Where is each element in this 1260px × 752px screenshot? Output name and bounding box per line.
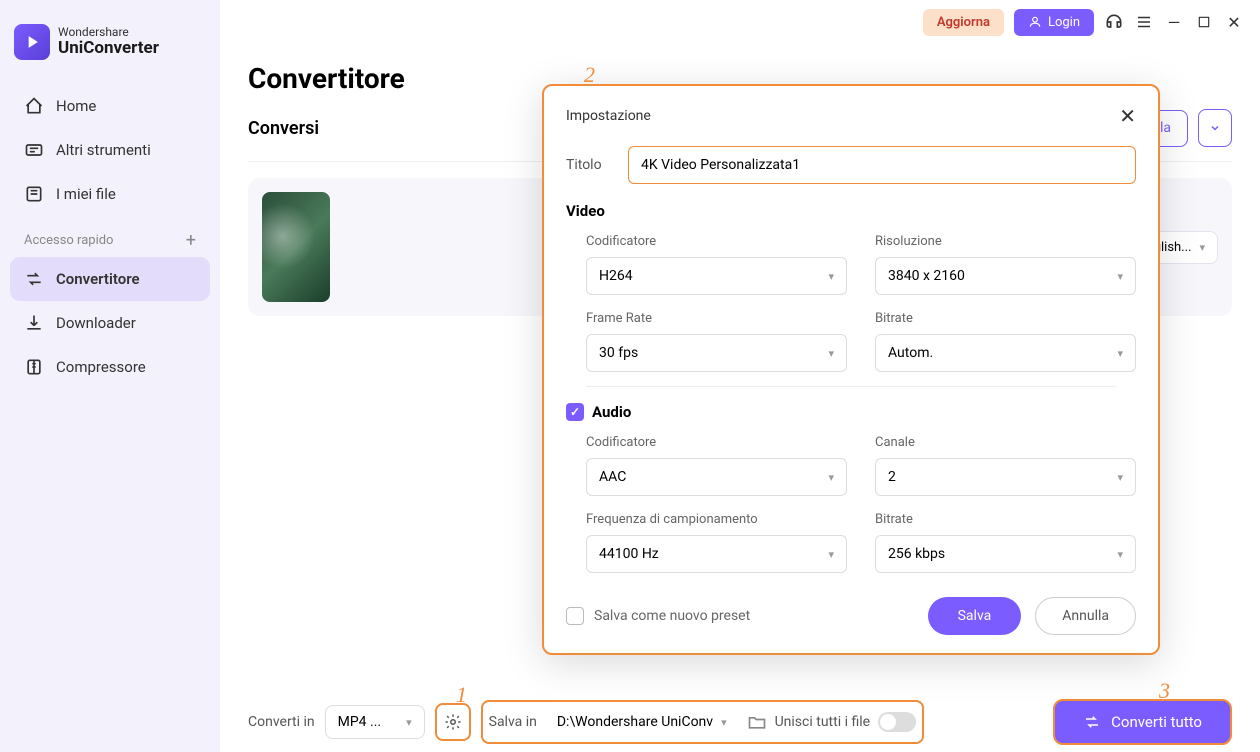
audio-bitrate-label: Bitrate: [875, 512, 1136, 527]
nav-converter[interactable]: Convertitore: [10, 257, 210, 301]
chevron-down-icon: [1209, 122, 1221, 134]
sidebar: Wondershare UniConverter Home Altri stru…: [0, 0, 220, 752]
settings-gear-button[interactable]: [435, 703, 471, 741]
nav-home[interactable]: Home: [10, 84, 210, 128]
files-icon: [24, 184, 44, 204]
chevron-down-icon: ▾: [1117, 347, 1123, 360]
gear-icon: [444, 713, 462, 731]
annotation-2: 2: [584, 62, 595, 88]
merge-label: Unisci tutti i file: [775, 714, 870, 730]
upgrade-badge[interactable]: Aggiorna: [923, 9, 1004, 36]
chevron-down-icon: ▾: [1199, 241, 1205, 254]
save-location-group: Salva in D:\Wondershare UniConv▾ Unisci …: [481, 700, 924, 744]
nav-label: I miei file: [56, 185, 116, 203]
home-icon: [24, 96, 44, 116]
add-quick-access-icon[interactable]: +: [186, 230, 196, 251]
sample-rate-select[interactable]: 44100 Hz▾: [586, 535, 847, 573]
tools-icon: [24, 140, 44, 160]
download-icon: [24, 313, 44, 333]
audio-encoder-select[interactable]: AAC▾: [586, 458, 847, 496]
save-path-select[interactable]: D:\Wondershare UniConv▾: [545, 706, 739, 738]
chevron-down-icon: ▾: [828, 347, 834, 360]
channel-label: Canale: [875, 435, 1136, 450]
resolution-select[interactable]: 3840 x 2160▾: [875, 257, 1136, 295]
chevron-down-icon: ▾: [1117, 270, 1123, 283]
video-encoder-label: Codificatore: [586, 234, 847, 249]
sub-title: Conversi: [248, 118, 319, 139]
nav-label: Compressore: [56, 358, 146, 376]
annotation-1: 1: [456, 682, 467, 708]
chevron-down-icon: ▾: [721, 716, 727, 729]
resolution-label: Risoluzione: [875, 234, 1136, 249]
nav-downloader[interactable]: Downloader: [10, 301, 210, 345]
nav-label: Altri strumenti: [56, 141, 151, 159]
maximize-icon[interactable]: [1194, 12, 1214, 32]
nav-label: Downloader: [56, 314, 136, 332]
convert-in-label: Converti in: [248, 714, 315, 730]
cancel-button[interactable]: Annulla: [1035, 597, 1136, 635]
save-button[interactable]: Salva: [928, 597, 1022, 635]
quick-access-header: Accesso rapido +: [10, 216, 210, 257]
minimize-icon[interactable]: —: [1164, 12, 1184, 32]
chevron-down-icon: ▾: [828, 471, 834, 484]
audio-checkbox[interactable]: ✓: [566, 403, 584, 421]
nav-tools[interactable]: Altri strumenti: [10, 128, 210, 172]
support-icon[interactable]: [1104, 12, 1124, 32]
nav-compressor[interactable]: Compressore: [10, 345, 210, 389]
video-bitrate-label: Bitrate: [875, 311, 1136, 326]
save-in-label: Salva in: [489, 714, 537, 730]
chevron-down-icon: ▾: [1117, 548, 1123, 561]
chevron-down-icon: ▾: [828, 548, 834, 561]
convert-icon: [1083, 713, 1101, 731]
chevron-down-icon: ▾: [1117, 471, 1123, 484]
convert-all-button[interactable]: Converti tutto: [1053, 699, 1232, 745]
sample-rate-label: Frequenza di campionamento: [586, 512, 847, 527]
format-select[interactable]: MP4 ...▾: [325, 705, 425, 739]
converter-icon: [24, 269, 44, 289]
chevron-down-icon: ▾: [406, 716, 412, 729]
merge-toggle[interactable]: [878, 712, 916, 732]
logo-icon: [14, 24, 50, 60]
framerate-select[interactable]: 30 fps▾: [586, 334, 847, 372]
video-bitrate-select[interactable]: Autom.▾: [875, 334, 1136, 372]
login-button[interactable]: Login: [1014, 9, 1094, 36]
channel-select[interactable]: 2▾: [875, 458, 1136, 496]
video-thumbnail[interactable]: [262, 192, 330, 302]
close-icon[interactable]: ✕: [1224, 12, 1244, 32]
title-input[interactable]: [628, 146, 1136, 184]
nav-label: Home: [56, 97, 96, 115]
settings-dialog: Impostazione ✕ Titolo Video Codificatore…: [542, 84, 1160, 655]
compress-icon: [24, 357, 44, 377]
chevron-down-icon: ▾: [828, 270, 834, 283]
nav-myfiles[interactable]: I miei file: [10, 172, 210, 216]
video-section-title: Video: [566, 202, 1136, 220]
dialog-close-button[interactable]: ✕: [1119, 104, 1136, 128]
annotation-3: 3: [1159, 678, 1170, 704]
user-icon: [1028, 15, 1042, 29]
add-file-dropdown[interactable]: [1198, 109, 1232, 147]
menu-icon[interactable]: [1134, 12, 1154, 32]
audio-encoder-label: Codificatore: [586, 435, 847, 450]
main-area: Aggiorna Login — ✕ Convertitore Conversi: [220, 0, 1260, 752]
title-label: Titolo: [566, 157, 614, 173]
audio-section-title: ✓ Audio: [566, 403, 1136, 421]
audio-bitrate-select[interactable]: 256 kbps▾: [875, 535, 1136, 573]
app-logo: Wondershare UniConverter: [10, 16, 210, 84]
video-encoder-select[interactable]: H264▾: [586, 257, 847, 295]
nav-label: Convertitore: [56, 270, 140, 288]
bottom-bar: Converti in MP4 ...▾ Salva in D:\Wonders…: [220, 692, 1260, 752]
product-name: UniConverter: [58, 39, 159, 58]
folder-icon[interactable]: [747, 712, 767, 732]
dialog-title: Impostazione: [566, 108, 651, 124]
save-preset-checkbox[interactable]: Salva come nuovo preset: [566, 607, 750, 625]
checkbox-icon: [566, 607, 584, 625]
framerate-label: Frame Rate: [586, 311, 847, 326]
topbar: Aggiorna Login — ✕: [220, 0, 1260, 44]
